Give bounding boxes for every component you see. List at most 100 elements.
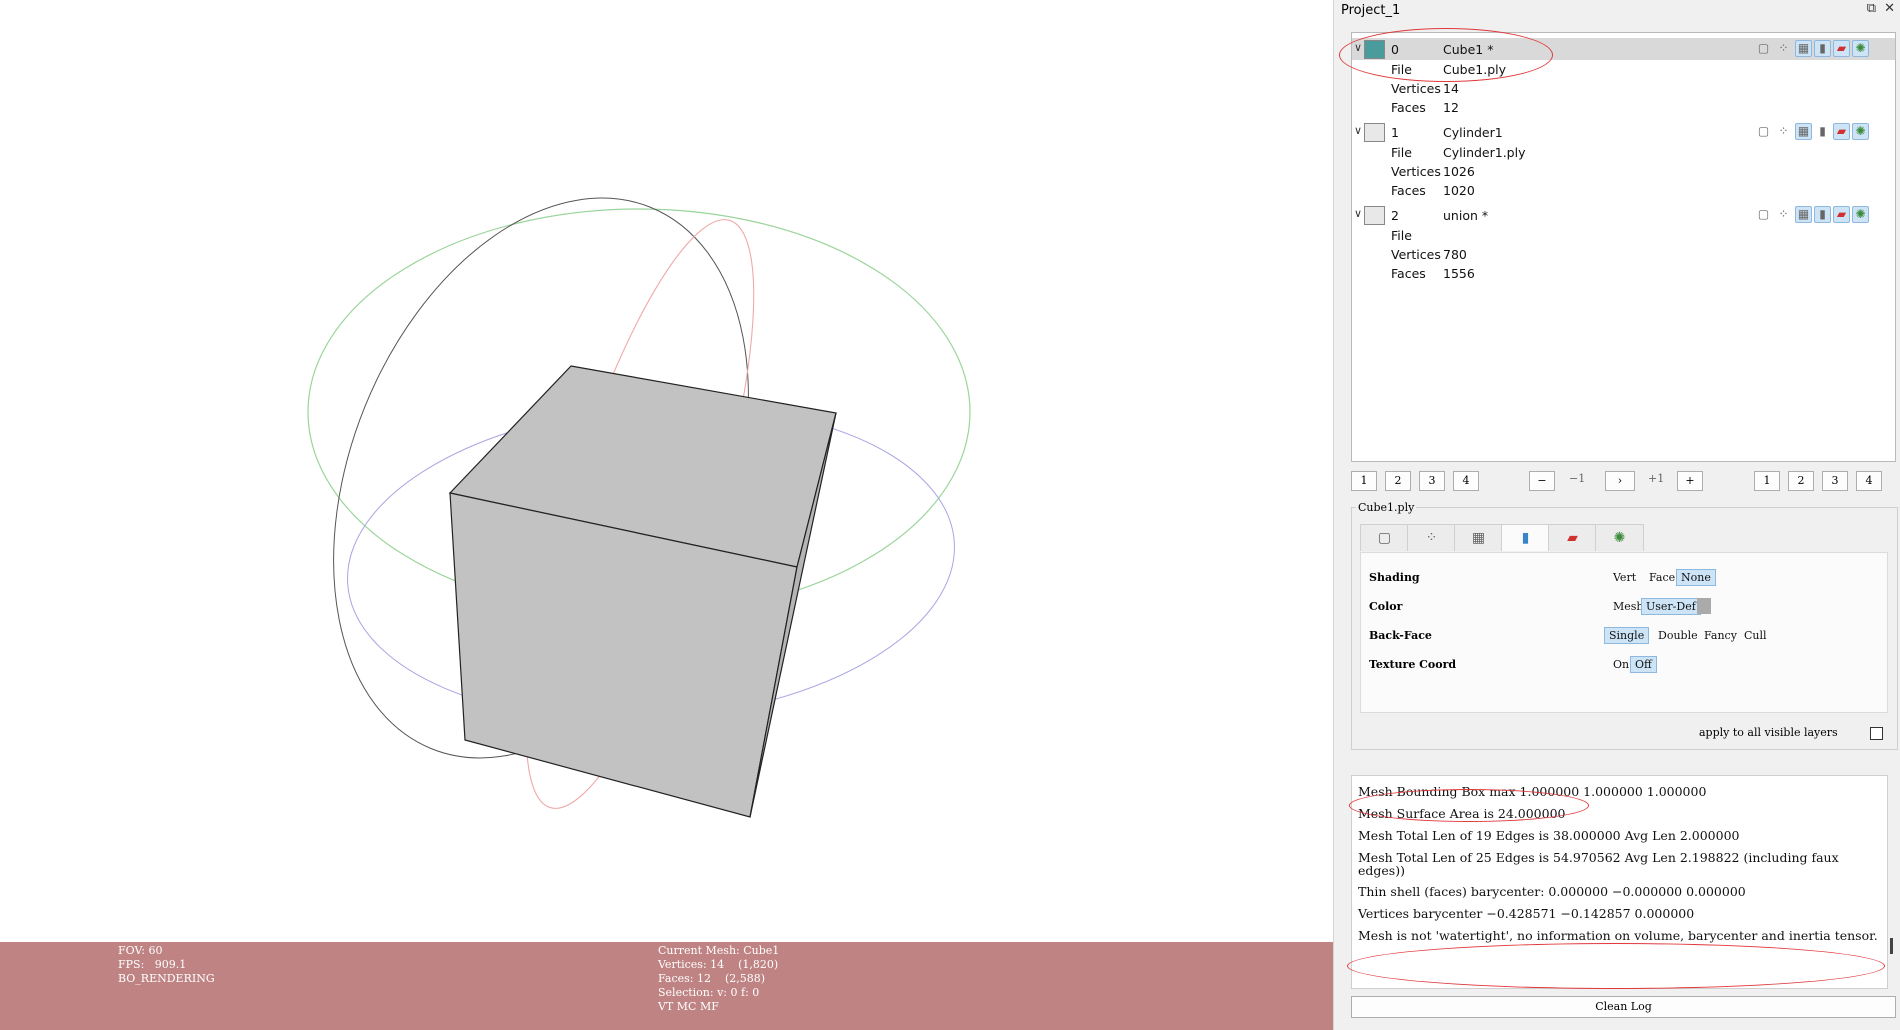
- page-right-3-button[interactable]: 3: [1822, 471, 1848, 491]
- texcoord-off-option[interactable]: Off: [1630, 656, 1657, 673]
- faces-label: Faces: [1391, 100, 1426, 115]
- box-icon[interactable]: ▢: [1755, 40, 1772, 57]
- log-area[interactable]: Mesh Bounding Box max 1.000000 1.000000 …: [1351, 775, 1888, 989]
- plus-one-label[interactable]: +1: [1648, 472, 1664, 485]
- texture-icon[interactable]: ▰: [1833, 40, 1850, 57]
- layer-dialog: Project_1 ⧉ ✕ ∨ 0 Cube1 * ▢ ⁘ ▦ ▮ ▰ ✺ Fil…: [1333, 0, 1900, 1030]
- chevron-down-icon[interactable]: ∨: [1354, 41, 1362, 54]
- shading-icon[interactable]: ✺: [1595, 524, 1644, 551]
- vertices-value: 14: [1443, 81, 1459, 96]
- solid-icon[interactable]: ▮: [1501, 524, 1550, 551]
- chevron-down-icon[interactable]: ∨: [1354, 124, 1362, 137]
- solid-icon[interactable]: ▮: [1814, 206, 1831, 223]
- play-button[interactable]: ›: [1605, 471, 1635, 491]
- layer-name: Cylinder1: [1443, 125, 1503, 140]
- faces-label: Faces: [1391, 183, 1426, 198]
- page-left-3-button[interactable]: 3: [1419, 471, 1445, 491]
- shading-vert-option[interactable]: Vert: [1609, 570, 1640, 585]
- solid-icon[interactable]: ▮: [1814, 123, 1831, 140]
- eye-icon[interactable]: [1364, 206, 1385, 225]
- backface-cull-option[interactable]: Cull: [1740, 628, 1771, 643]
- shading-none-option[interactable]: None: [1676, 569, 1716, 586]
- log-line: Mesh is not 'watertight', no information…: [1358, 928, 1878, 943]
- minus-one-label[interactable]: −1: [1569, 472, 1585, 485]
- texture-icon[interactable]: ▰: [1833, 206, 1850, 223]
- wire-icon[interactable]: ▦: [1454, 524, 1503, 551]
- layer-pager: 1 2 3 4 − −1 › +1 + 1 2 3 4: [1351, 471, 1896, 493]
- texture-icon[interactable]: ▰: [1548, 524, 1597, 551]
- chevron-down-icon[interactable]: ∨: [1354, 207, 1362, 220]
- flags-text: VT MC MF: [658, 1000, 719, 1013]
- eye-icon[interactable]: [1364, 40, 1385, 59]
- points-icon[interactable]: ⁘: [1775, 40, 1792, 57]
- minus-button[interactable]: −: [1529, 471, 1555, 491]
- points-icon[interactable]: ⁘: [1407, 524, 1456, 551]
- points-icon[interactable]: ⁘: [1775, 123, 1792, 140]
- close-icon[interactable]: ✕: [1884, 1, 1895, 16]
- wire-icon[interactable]: ▦: [1795, 40, 1812, 57]
- wire-icon[interactable]: ▦: [1795, 206, 1812, 223]
- page-right-2-button[interactable]: 2: [1788, 471, 1814, 491]
- file-value: Cube1.ply: [1443, 62, 1507, 77]
- box-icon[interactable]: ▢: [1755, 206, 1772, 223]
- layer-item[interactable]: ∨ 2 union * ▢ ⁘ ▦ ▮ ▰ ✺ File Vertices 780…: [1352, 204, 1895, 283]
- apply-all-checkbox[interactable]: [1870, 727, 1883, 740]
- page-right-1-button[interactable]: 1: [1754, 471, 1780, 491]
- solid-icon[interactable]: ▮: [1814, 40, 1831, 57]
- layer-id: 1: [1391, 125, 1399, 140]
- backface-fancy-option[interactable]: Fancy: [1700, 628, 1741, 643]
- layer-name: union *: [1443, 208, 1489, 223]
- shading-face-option[interactable]: Face: [1645, 570, 1679, 585]
- apply-all-label: apply to all visible layers: [1699, 726, 1838, 739]
- fov-text: FOV: 60: [118, 944, 163, 957]
- clean-log-button[interactable]: Clean Log: [1351, 996, 1896, 1018]
- vertices-label: Vertices: [1391, 81, 1441, 96]
- backface-single-option[interactable]: Single: [1604, 627, 1650, 644]
- texture-icon[interactable]: ▰: [1833, 123, 1850, 140]
- shading-icon[interactable]: ✺: [1852, 123, 1869, 140]
- file-value: Cylinder1.ply: [1443, 145, 1526, 160]
- box-icon[interactable]: ▢: [1755, 123, 1772, 140]
- log-line: Mesh Bounding Box max 1.000000 1.000000 …: [1358, 784, 1707, 799]
- box-icon[interactable]: ▢: [1360, 524, 1409, 551]
- log-line: Mesh Total Len of 19 Edges is 38.000000 …: [1358, 828, 1740, 843]
- log-line: Thin shell (faces) barycenter: 0.000000 …: [1358, 884, 1746, 899]
- page-right-4-button[interactable]: 4: [1856, 471, 1882, 491]
- viewport-status-bar: FOV: 60 FPS: 909.1 BO_RENDERING Current …: [0, 942, 1333, 1030]
- page-left-2-button[interactable]: 2: [1385, 471, 1411, 491]
- restore-icon[interactable]: ⧉: [1867, 1, 1876, 16]
- scene-canvas[interactable]: [0, 0, 1333, 942]
- layer-item[interactable]: ∨ 1 Cylinder1 ▢ ⁘ ▦ ▮ ▰ ✺ File Cylinder1.…: [1352, 121, 1895, 200]
- scroll-thumb[interactable]: [1890, 938, 1893, 954]
- current-mesh-text: Current Mesh: Cube1: [658, 944, 780, 957]
- render-mode-text: BO_RENDERING: [118, 972, 215, 985]
- eye-icon[interactable]: [1364, 123, 1385, 142]
- log-scrollbar[interactable]: [1890, 775, 1894, 987]
- color-userdef-option[interactable]: User-Def: [1641, 598, 1701, 615]
- shading-icon[interactable]: ✺: [1852, 206, 1869, 223]
- decorator-body: Shading Vert Face None Color Mesh User-D…: [1360, 552, 1888, 713]
- mesh-info: Current Mesh: Cube1 Vertices: 14 (1,820)…: [658, 944, 779, 1014]
- color-swatch[interactable]: [1697, 598, 1711, 614]
- faces-label: Faces: [1391, 266, 1426, 281]
- plus-button[interactable]: +: [1677, 471, 1703, 491]
- log-line: Vertices barycenter −0.428571 −0.142857 …: [1358, 906, 1695, 921]
- panel-title: Project_1: [1341, 3, 1401, 18]
- page-left-1-button[interactable]: 1: [1351, 471, 1377, 491]
- wire-icon[interactable]: ▦: [1795, 123, 1812, 140]
- layer-id: 2: [1391, 208, 1399, 223]
- vertices-value: 780: [1443, 247, 1467, 262]
- faces-value: 12: [1443, 100, 1459, 115]
- decorator-title: Cube1.ply: [1356, 501, 1417, 514]
- 3d-viewport[interactable]: [0, 0, 1333, 942]
- backface-double-option[interactable]: Double: [1654, 628, 1702, 643]
- shading-label: Shading: [1369, 571, 1420, 584]
- layer-tree[interactable]: ∨ 0 Cube1 * ▢ ⁘ ▦ ▮ ▰ ✺ File Cube1.ply Ve…: [1351, 32, 1896, 462]
- layer-item[interactable]: ∨ 0 Cube1 * ▢ ⁘ ▦ ▮ ▰ ✺ File Cube1.ply Ve…: [1352, 38, 1895, 117]
- page-left-4-button[interactable]: 4: [1453, 471, 1479, 491]
- points-icon[interactable]: ⁘: [1775, 206, 1792, 223]
- vertices-value: 1026: [1443, 164, 1475, 179]
- vertices-text: Vertices: 14 (1,820): [658, 958, 779, 971]
- shading-icon[interactable]: ✺: [1852, 40, 1869, 57]
- layer-id: 0: [1391, 42, 1399, 57]
